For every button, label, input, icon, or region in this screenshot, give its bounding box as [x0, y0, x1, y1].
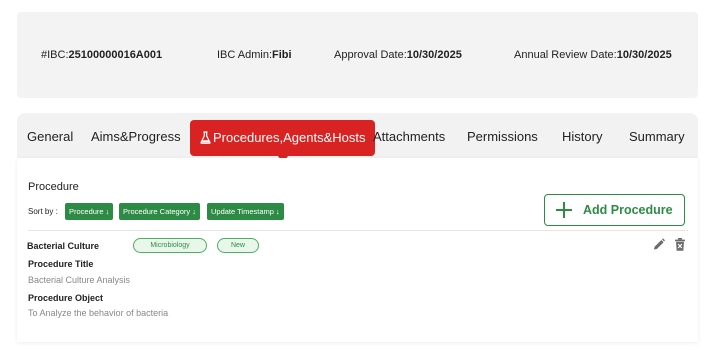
ibc-number-value: 25100000016A001	[68, 49, 163, 61]
tab-summary[interactable]: Summary	[629, 113, 685, 158]
approval-date-value: 10/30/2025	[406, 49, 462, 61]
flask-icon	[200, 122, 211, 158]
ibc-admin-label: IBC Admin:	[217, 49, 273, 61]
ibc-admin: IBC Admin:Fibi	[217, 49, 292, 61]
procedure-panel: Procedure Sort by : Procedure ↓ Procedur…	[17, 158, 698, 342]
tab-procedures-label: Procedures,Agents&Hosts	[213, 130, 366, 145]
plus-icon	[555, 201, 573, 219]
edit-icon[interactable]	[653, 238, 665, 251]
tab-permissions[interactable]: Permissions	[467, 113, 538, 158]
tab-aims-progress[interactable]: Aims&Progress	[91, 113, 181, 158]
section-title: Procedure	[28, 181, 79, 193]
ibc-number: #IBC:25100000016A001	[41, 49, 162, 61]
tab-general[interactable]: General	[27, 113, 73, 158]
annual-review-date: Annual Review Date:10/30/2025	[514, 49, 672, 61]
delete-icon[interactable]	[674, 238, 686, 251]
protocol-info-bar: #IBC:25100000016A001 IBC Admin:Fibi Appr…	[17, 12, 698, 98]
procedure-title-label: Procedure Title	[28, 259, 94, 269]
tab-attachments[interactable]: Attachments	[373, 113, 445, 158]
category-tag: Microbiology	[133, 238, 207, 253]
annual-review-date-label: Annual Review Date:	[514, 49, 617, 61]
sort-by-timestamp-button[interactable]: Update Timestamp ↓	[207, 203, 284, 220]
ibc-number-label: #IBC:	[41, 49, 69, 61]
procedure-object-value: To Analyze the behavior of bacteria	[28, 308, 169, 318]
ibc-admin-value: Fibi	[272, 49, 292, 61]
procedure-name: Bacterial Culture	[27, 241, 100, 251]
tab-procedures-agents-hosts[interactable]: Procedures,Agents&Hosts	[190, 120, 376, 163]
annual-review-date-value: 10/30/2025	[616, 49, 672, 61]
tab-history[interactable]: History	[562, 113, 602, 158]
divider	[28, 230, 688, 231]
approval-date: Approval Date:10/30/2025	[334, 49, 462, 61]
add-procedure-button[interactable]: Add Procedure	[544, 194, 685, 226]
status-tag: New	[217, 238, 259, 253]
approval-date-label: Approval Date:	[334, 49, 407, 61]
procedure-title-value: Bacterial Culture Analysis	[28, 275, 131, 285]
add-procedure-label: Add Procedure	[583, 203, 673, 217]
procedure-object-label: Procedure Object	[28, 293, 104, 303]
tab-bar: General Aims&Progress Procedures,Agents&…	[17, 113, 698, 163]
sort-by-procedure-button[interactable]: Procedure ↓	[65, 203, 114, 220]
sort-by-category-button[interactable]: Procedure Category ↓	[119, 203, 200, 220]
sort-label: Sort by :	[28, 207, 58, 216]
